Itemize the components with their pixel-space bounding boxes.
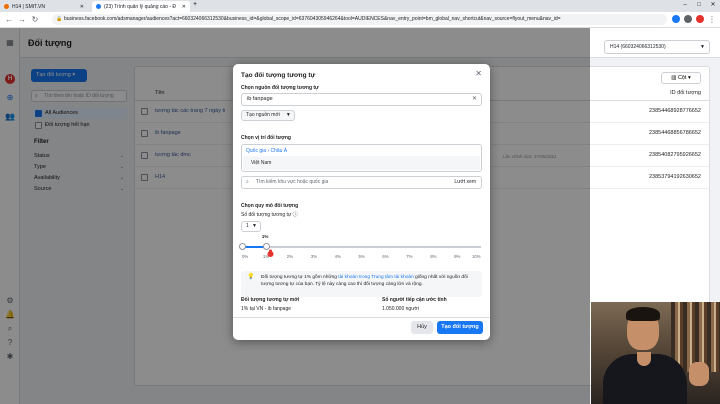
profile-icon[interactable] [696, 15, 704, 23]
accounts-center-link[interactable]: tài khoản trong Trung tâm tài khoản [338, 275, 413, 280]
cancel-button[interactable]: Hủy [411, 321, 433, 334]
new-audience-value: 1% tại VN - ib fanpage [241, 306, 292, 312]
new-source-dropdown[interactable]: Tạo nguồn mới ▼ [241, 110, 295, 121]
dialog-footer: Hủy Tạo đối tượng [233, 317, 490, 340]
count-label: Số đối tượng tương tự ⓘ [241, 211, 298, 218]
location-label: Chọn vị trí đối tượng [241, 135, 291, 141]
location-selection-box: Quốc gia › Châu Á Việt Nam [241, 144, 482, 172]
lock-icon: 🔒 [56, 16, 63, 22]
facebook-favicon-icon [96, 4, 101, 9]
hint-text-pre: Đối tượng tương tự 1% gồm những [261, 275, 339, 280]
tab-title: (23) Trình quản lý quảng cáo - Đ [104, 3, 176, 10]
puzzle-icon[interactable] [684, 15, 692, 23]
slider-start-handle[interactable] [239, 243, 246, 250]
slider-tick-label: 4% [334, 254, 341, 259]
size-slider[interactable]: 1% [239, 234, 481, 250]
presenter-hair [626, 307, 660, 321]
forward-icon[interactable]: → [17, 15, 27, 25]
reload-icon[interactable]: ↻ [30, 15, 40, 25]
back-icon[interactable]: ← [4, 15, 14, 25]
menu-icon[interactable]: ⋮ [707, 15, 717, 25]
close-icon[interactable]: ✕ [475, 69, 482, 78]
close-window-icon[interactable]: ✕ [706, 0, 720, 11]
size-heading: Chọn quy mô đối tượng [241, 203, 299, 209]
audience-id: 23854468856786652 [648, 130, 701, 136]
location-selected-value: Việt Nam [251, 160, 272, 166]
lookalike-hint: 💡 Đối tượng tương tự 1% gồm những tài kh… [241, 271, 482, 297]
reach-label: Số người tiếp cận ước tính [382, 297, 447, 303]
maximize-icon[interactable]: □ [692, 0, 706, 11]
webcam-overlay [591, 302, 720, 404]
url-field[interactable]: 🔒 business.facebook.com/adsmanager/audie… [52, 14, 667, 25]
location-search-input[interactable]: ⌕ Tìm kiếm khu vực hoặc quốc gia Lướt xe… [241, 176, 482, 189]
location-search-placeholder: Tìm kiếm khu vực hoặc quốc gia [256, 179, 329, 185]
slider-ticks: 0% 1% 2% 3% 4% 5% 6% 7% 8% 9% 10% [240, 254, 485, 262]
slider-tick-label: 0% [242, 254, 249, 259]
tab-title: H14 | SMIT.VN [12, 3, 45, 10]
slider-value-flag: 1% [261, 234, 269, 239]
browser-tab-active[interactable]: (23) Trình quản lý quảng cáo - Đ ✕ [92, 1, 190, 12]
columns-button[interactable]: ▥ Cột ▾ [661, 72, 701, 84]
audience-id: 23853794192630652 [648, 174, 701, 180]
new-source-label: Tạo nguồn mới [246, 112, 280, 118]
close-tab-icon[interactable]: ✕ [180, 4, 186, 10]
slider-tick-label: 9% [454, 254, 461, 259]
chevron-down-icon: ▼ [700, 44, 705, 50]
dialog-title: Tạo đối tượng tương tự [241, 72, 316, 79]
source-label: Chọn nguồn đối tượng tương tự [241, 85, 319, 91]
new-audience-label: Đối tượng tương tự mới [241, 297, 300, 303]
slider-tick-label: 8% [430, 254, 437, 259]
create-lookalike-dialog: Tạo đối tượng tương tự ✕ Chọn nguồn đối … [233, 64, 490, 340]
caret-down-icon: ▼ [285, 112, 291, 118]
account-selector[interactable]: H14 (660324066312530) ▼ [604, 40, 710, 54]
account-selector-value: H14 (660324066312530) [610, 44, 666, 50]
close-tab-icon[interactable]: ✕ [78, 4, 84, 10]
address-bar: ← → ↻ 🔒 business.facebook.com/adsmanager… [0, 12, 720, 28]
url-text: business.facebook.com/adsmanager/audienc… [64, 16, 561, 22]
slider-tick-label: 7% [406, 254, 413, 259]
info-icon: ⓘ [292, 212, 298, 218]
location-group: Quốc gia › Châu Á [246, 148, 288, 154]
count-label-text: Số đối tượng tương tự [241, 212, 292, 218]
minimize-icon[interactable]: – [678, 0, 692, 11]
browse-link[interactable]: Lướt xem [454, 177, 476, 188]
presenter-neck [637, 352, 651, 366]
count-dropdown[interactable]: 1 ▼ [241, 221, 261, 232]
create-audience-submit-button[interactable]: Tạo đối tượng [437, 321, 483, 334]
caret-down-icon: ▼ [252, 223, 257, 229]
browser-window: H14 | SMIT.VN ✕ (23) Trình quản lý quảng… [0, 0, 720, 404]
audience-id: 23854468928776652 [648, 108, 701, 114]
clear-icon[interactable]: ✕ [472, 94, 477, 105]
count-value: 1 [246, 223, 249, 229]
slider-tick-label: 6% [382, 254, 389, 259]
columns-label: Cột [677, 75, 687, 81]
extension-icon[interactable] [672, 15, 680, 23]
favicon-icon [4, 4, 9, 9]
lightbulb-icon: 💡 [247, 274, 255, 280]
location-selected-item[interactable]: Việt Nam [243, 156, 480, 170]
source-input[interactable]: ib fanpage ✕ [241, 93, 482, 106]
slider-tick-label: 5% [358, 254, 365, 259]
browser-tab[interactable]: H14 | SMIT.VN ✕ [0, 1, 88, 12]
slider-tick-label: 3% [310, 254, 317, 259]
reach-value: 1.050.000 người [382, 306, 419, 312]
source-value: ib fanpage [247, 96, 273, 102]
slider-tick-label: 2% [286, 254, 294, 259]
slider-tick-label: 10% [472, 254, 481, 259]
tab-bar: H14 | SMIT.VN ✕ (23) Trình quản lý quảng… [0, 0, 720, 12]
search-icon: ⌕ [246, 179, 249, 185]
audience-id: 23854082795926652 [648, 152, 701, 158]
column-header-id[interactable]: ID đối tượng [670, 90, 701, 96]
new-tab-icon[interactable]: + [193, 1, 197, 8]
presenter-hand [689, 362, 709, 386]
mouse-cursor-icon [267, 249, 274, 257]
